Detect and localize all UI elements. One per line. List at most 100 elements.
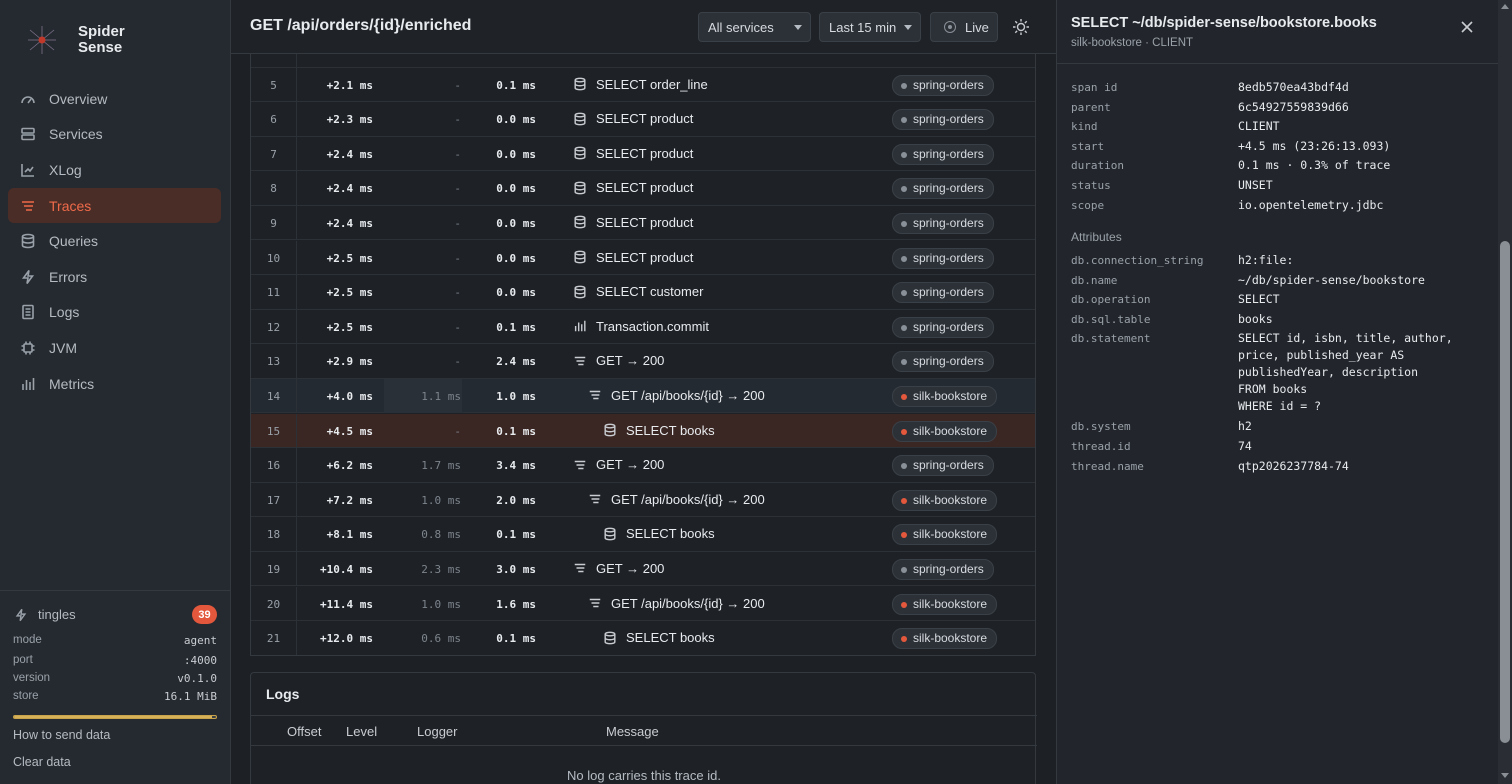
database-icon (574, 112, 586, 125)
brand[interactable]: Spider Sense (22, 20, 138, 60)
nav-item-queries[interactable]: Queries (8, 223, 221, 259)
attributes-heading: Attributes (1071, 230, 1122, 244)
nav-item-traces[interactable]: Traces (8, 187, 221, 224)
span-row[interactable]: 16 +6.2 ms 1.7 ms 3.4 ms GET → 200 spring-ord… (251, 448, 1035, 483)
scrollbar-thumb[interactable] (1500, 241, 1510, 743)
span-row[interactable]: 20 +11.4 ms 1.0 ms 1.6 ms GET /api/books/{id… (251, 586, 1035, 622)
span-name-text: GET /api/books/{id} → 200 (611, 595, 765, 611)
nav-item-logs[interactable]: Logs (8, 295, 221, 331)
service-badge[interactable]: spring-orders (892, 212, 994, 234)
span-name-text: GET → 200 (596, 457, 665, 473)
logs-table-header: Offset Level Logger Message (251, 715, 1037, 746)
brand-name: Spider Sense (78, 23, 125, 56)
service-badge[interactable]: spring-orders (892, 351, 994, 373)
nav-item-overview[interactable]: Overview (8, 81, 221, 117)
span-row[interactable]: 21 +12.0 ms 0.6 ms 0.1 ms SELECT books silk-b… (251, 621, 1035, 655)
scroll-up-arrow-icon[interactable] (1501, 4, 1509, 9)
service-badge[interactable]: silk-bookstore (892, 593, 998, 615)
service-badge[interactable]: spring-orders (892, 247, 994, 269)
span-row[interactable]: 7 +2.4 ms - 0.0 ms SELECT product spring-orde… (251, 136, 1035, 172)
service-badge[interactable]: silk-bookstore (892, 385, 998, 407)
column-header-message[interactable]: Message (606, 724, 659, 739)
span-row[interactable]: 9 +2.4 ms - 0.0 ms SELECT product spring-orde… (251, 205, 1035, 241)
service-badge[interactable]: spring-orders (892, 74, 994, 96)
logs-empty-message: No log carries this trace id. (567, 768, 721, 783)
service-badge[interactable]: silk-bookstore (892, 489, 998, 511)
traces-icon (574, 356, 586, 365)
span-offset: +10.4 ms (320, 562, 373, 576)
nav-label: Errors (49, 268, 88, 285)
live-toggle-button[interactable]: Live (930, 12, 998, 42)
span-name-text: GET → 200 (596, 353, 665, 369)
clear-data-link[interactable]: Clear data (13, 755, 71, 769)
detail-field-value: 74 (1238, 439, 1252, 453)
service-badge[interactable]: silk-bookstore (892, 628, 998, 650)
span-name-text: SELECT product (596, 111, 694, 127)
nav-item-services[interactable]: Services (8, 117, 221, 153)
service-badge[interactable]: spring-orders (892, 109, 994, 131)
span-row[interactable]: 14 +4.0 ms 1.1 ms 1.0 ms GET /api/books/{id}… (251, 378, 1035, 414)
span-name: SELECT books (603, 630, 715, 645)
nav-label: Queries (49, 233, 99, 250)
detail-header: SELECT ~/db/spider-sense/bookstore.books… (1057, 0, 1498, 64)
column-header-level[interactable]: Level (346, 724, 377, 739)
span-row[interactable]: 5 +2.1 ms - 0.1 ms SELECT order_line spring-o… (251, 67, 1035, 103)
tingles-row[interactable]: tingles 39 (14, 605, 217, 624)
span-row[interactable]: 8 +2.4 ms - 0.0 ms SELECT product spring-orde… (251, 171, 1035, 206)
span-index: 9 (251, 205, 297, 240)
detail-field-value: UNSET (1238, 178, 1273, 192)
span-row[interactable]: 12 +2.5 ms - 0.1 ms Transaction.commit spring… (251, 309, 1035, 345)
nav-item-jvm[interactable]: JVM (8, 330, 221, 366)
how-to-send-data-link[interactable]: How to send data (13, 728, 110, 742)
service-badge[interactable]: silk-bookstore (892, 420, 998, 442)
column-header-logger[interactable]: Logger (417, 724, 457, 739)
span-row[interactable]: 10 +2.5 ms - 0.0 ms SELECT product spring-ord… (251, 240, 1035, 276)
service-filter-select[interactable]: All services (698, 12, 811, 42)
span-row[interactable]: 6 +2.3 ms - 0.0 ms SELECT product spring-orde… (251, 102, 1035, 137)
nav-item-metrics[interactable]: Metrics (8, 366, 221, 402)
main-content: GET /api/orders/{id}/enriched All servic… (231, 0, 1056, 784)
detail-field-key: db.operation (1071, 293, 1151, 307)
column-header-offset[interactable]: Offset (287, 724, 321, 739)
service-badge[interactable]: spring-orders (892, 558, 994, 580)
time-range-select[interactable]: Last 15 min (819, 12, 921, 42)
span-row[interactable]: 17 +7.2 ms 1.0 ms 2.0 ms GET /api/books/{id}… (251, 482, 1035, 518)
nav-item-xlog[interactable]: XLog (8, 152, 221, 188)
detail-field-value: 0.1 ms · 0.3% of trace (1238, 158, 1391, 173)
nav-item-errors[interactable]: Errors (8, 259, 221, 295)
sun-icon[interactable] (1011, 17, 1031, 37)
bar-chart-icon (22, 377, 35, 390)
span-row[interactable]: 13 +2.9 ms - 2.4 ms GET → 200 spring-orders (251, 344, 1035, 379)
scroll-down-arrow-icon[interactable] (1501, 773, 1509, 778)
span-row[interactable]: 15 +4.5 ms - 0.1 ms SELECT books silk-booksto… (251, 413, 1035, 449)
service-badge[interactable]: spring-orders (892, 178, 994, 200)
version-row: version v0.1.0 (13, 672, 217, 685)
close-icon[interactable] (1459, 19, 1475, 35)
detail-field-value: SELECT id, isbn, title, author, price, p… (1238, 331, 1453, 414)
span-duration: 0.1 ms (496, 424, 536, 438)
span-self-time: - (454, 216, 461, 230)
span-duration: 0.0 ms (496, 182, 536, 196)
span-offset: +4.0 ms (326, 389, 373, 403)
service-badge[interactable]: spring-orders (892, 282, 994, 304)
time-range-value: Last 15 min (829, 19, 897, 35)
span-row[interactable]: 18 +8.1 ms 0.8 ms 0.1 ms SELECT books silk-bo… (251, 517, 1035, 552)
span-name-text: SELECT customer (596, 284, 704, 300)
span-name: GET → 200 (573, 457, 664, 472)
database-icon (21, 233, 35, 249)
store-row: store 16.1 MiB (13, 690, 217, 703)
span-index: 21 (251, 621, 297, 655)
span-name: SELECT product (573, 111, 693, 126)
database-icon (574, 250, 586, 264)
live-label: Live (965, 19, 989, 35)
span-row[interactable]: 19 +10.4 ms 2.3 ms 3.0 ms GET → 200 spring-or… (251, 551, 1035, 587)
service-badge[interactable]: silk-bookstore (892, 524, 998, 546)
span-row[interactable]: 11 +2.5 ms - 0.0 ms SELECT customer spring-or… (251, 275, 1035, 310)
detail-scrollbar[interactable] (1498, 0, 1512, 784)
service-badge[interactable]: spring-orders (892, 143, 994, 165)
span-index: 15 (251, 413, 297, 448)
version-value: v0.1.0 (177, 672, 217, 685)
service-badge[interactable]: spring-orders (892, 316, 994, 338)
span-index: 17 (251, 482, 297, 517)
service-badge[interactable]: spring-orders (892, 455, 994, 477)
